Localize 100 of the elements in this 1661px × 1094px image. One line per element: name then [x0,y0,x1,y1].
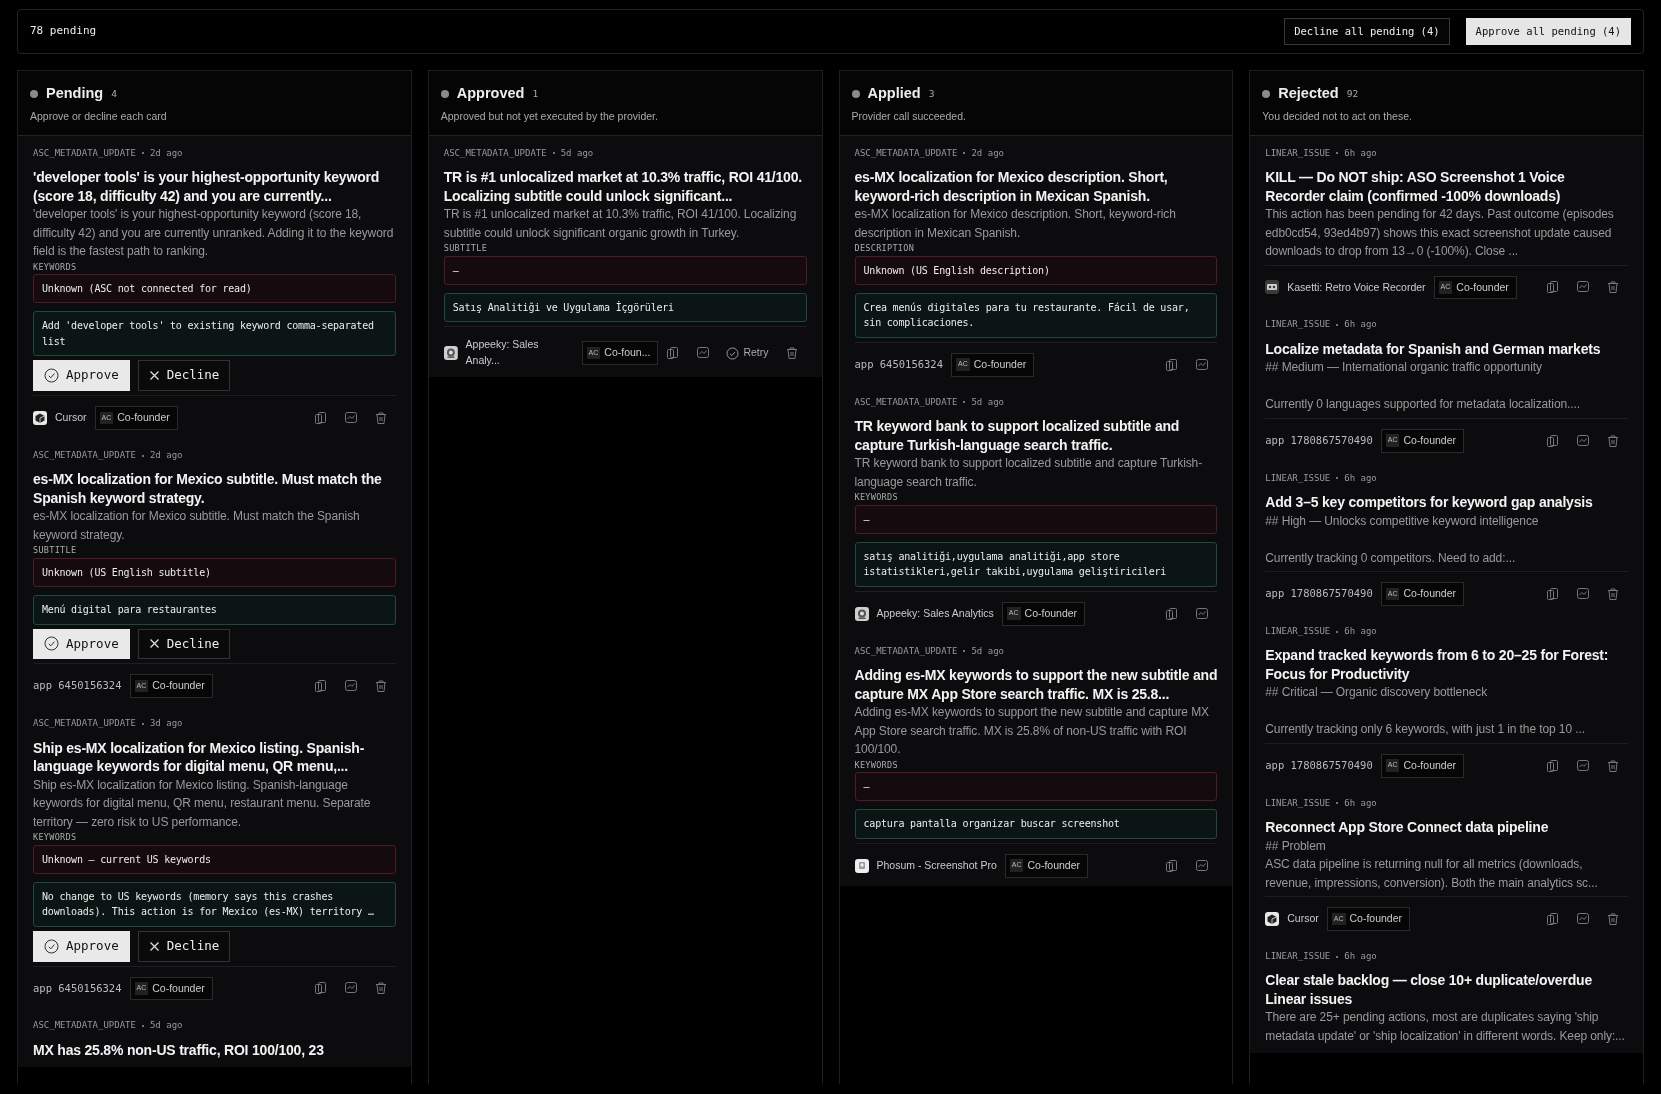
card-type: LINEAR_ISSUE [1265,318,1331,332]
card-age: 6h ago [1344,318,1377,332]
copy-icon[interactable] [1546,433,1560,448]
copy-icon[interactable] [1546,911,1560,926]
current-value: – [854,504,1218,534]
trash-icon[interactable] [373,410,388,425]
copy-icon[interactable] [1165,858,1180,873]
chart-icon[interactable] [1195,858,1210,873]
approve-button[interactable]: Approve [33,628,130,660]
app-icon [443,346,458,360]
card-description: es-MX localization for Mexico subtitle. Must match the Spanish keyword strategy. [33,508,361,544]
card-title: es-MX localization for Mexico subtitle. Must match the Spanish keyword strategy. [33,470,383,508]
card-title: es-MX localization for Mexico description. Short, keyword-rich description in Mexican Spanish. [854,168,1169,205]
approve-button[interactable]: Approve [33,930,130,962]
retry-button[interactable]: Retry [726,345,769,361]
copy-icon[interactable] [313,981,328,996]
copy-icon[interactable] [313,679,328,694]
app-id: app 1780867570490 [1265,432,1373,448]
chart-icon[interactable] [343,410,358,425]
app-name: Appeeky: Sales Analy... [465,337,540,368]
decline-button[interactable]: Decline [137,360,231,391]
chart-icon[interactable] [343,981,358,996]
check-circle-icon [44,368,59,384]
pending-summary: 78 pending [30,23,97,40]
trash-icon[interactable] [1606,758,1620,773]
chart-icon[interactable] [696,346,711,360]
column-subtitle: You decided not to act on these. [1262,108,1413,124]
column-count: 3 [928,86,935,101]
role-label: Co-founder [1403,757,1456,773]
status-dot [1262,89,1271,98]
card-title: TR is #1 unlocalized market at 10.3% traffic, ROI 41/100. Localizing subtitle could unlock significant... [443,168,803,205]
copy-icon[interactable] [1546,758,1560,773]
copy-icon[interactable] [1165,606,1180,621]
current-value: Unknown (ASC not connected for read) [33,274,396,304]
role-label: Co-founder [1349,911,1403,926]
proposed-value: Add 'developer tools' to existing keyword comma-separated list [33,311,396,357]
copy-icon[interactable] [1546,280,1560,295]
trash-icon[interactable] [1606,911,1620,926]
close-icon [148,638,160,650]
chart-icon[interactable] [1576,758,1590,773]
copy-icon[interactable] [666,346,681,360]
trash-icon[interactable] [373,679,388,694]
card-age: 2d ago [149,448,183,462]
role-label: Co-founder [1403,586,1456,601]
card-age: 5d ago [971,395,1004,409]
chart-icon[interactable] [1576,586,1590,601]
card-description: This action has been pending for 42 days. Past outcome (episodes edb0cd54, 93ed4b97) shows this exact screenshot update caused downloads to drop from 13→0 (-100%). Close ... [1265,206,1615,260]
status-dot [851,89,860,98]
field-label: SUBTITLE [33,544,78,557]
app-icon [1265,280,1280,295]
card-description: Adding es-MX keywords to support the new subtitle and capture MX App Store search traffic. MX is 25.8% of non-US traffic with ROI 100/100. [854,704,1210,758]
card-description: ## High — Unlocks competitive keyword intelligence Currently tracking 0 competitors. Need to add:... [1265,512,1540,567]
chart-icon[interactable] [343,679,358,694]
trash-icon[interactable] [1606,280,1620,295]
decline-all-button[interactable]: Decline all pending (4) [1284,17,1450,46]
card-age: 5d ago [971,644,1004,658]
chart-icon[interactable] [1576,911,1590,926]
copy-icon[interactable] [1546,586,1560,601]
card-age: 5d ago [149,1019,183,1033]
card-age: 6h ago [1344,471,1377,485]
card-type: ASC_METADATA_UPDATE [33,146,136,160]
column-count: 92 [1346,86,1359,101]
current-value: – [443,255,807,285]
decline-button[interactable]: Decline [137,930,231,962]
chart-icon[interactable] [1195,606,1210,621]
card-description: There are 25+ pending actions, most are duplicates saying 'ship metadata update' or 'ship localization' in different words. Keep only:... [1265,1009,1626,1045]
card-description: ## Medium — International organic traffic opportunity Currently 0 languages supported for metadata localization.... [1265,359,1581,414]
approve-all-button[interactable]: Approve all pending (4) [1465,17,1631,46]
card-title: Reconnect App Store Connect data pipeline [1265,818,1550,837]
close-icon [148,370,160,382]
column-subtitle: Provider call succeeded. [851,108,967,124]
chart-icon[interactable] [1195,357,1210,372]
app-icon [1265,911,1280,926]
card-type: LINEAR_ISSUE [1265,146,1331,160]
chart-icon[interactable] [1576,433,1590,448]
app-name: Cursor [1287,911,1319,926]
approve-button[interactable]: Approve [33,360,130,391]
card-description: 'developer tools' is your highest-opportunity keyword (score 18, difficulty 42) and you are currently unranked. Adding it to the keyword field is the fastest path to ranking. [33,206,395,260]
app-name: Cursor [55,410,87,425]
card-title: Ship es-MX localization for Mexico listing. Spanish-language keywords for digital menu, QR menu,... [33,738,366,776]
card-age: 2d ago [149,146,183,160]
copy-icon[interactable] [1165,357,1180,372]
card-title: Adding es-MX keywords to support the new subtitle and capture MX App Store search traffic. MX is 25.8... [854,666,1218,703]
copy-icon[interactable] [313,410,328,425]
column-title: Pending [46,84,104,103]
close-icon [148,940,160,952]
app-icon [854,858,869,873]
trash-icon[interactable] [373,981,388,996]
chart-icon[interactable] [1576,280,1590,295]
app-id: app 6450156324 [33,678,122,694]
decline-button[interactable]: Decline [137,628,231,660]
current-value: Unknown — current US keywords [33,844,396,874]
current-value: Unknown (US English description) [854,255,1218,285]
role-label: Co-founder [152,678,205,694]
card-description: es-MX localization for Mexico description. Short, keyword-rich description in Mexican Spanish. [854,206,1177,242]
trash-icon[interactable] [1606,433,1620,448]
app-name: Kasetti: Retro Voice Recorder [1287,279,1426,295]
trash-icon[interactable] [784,346,799,360]
column-title: Applied [867,84,921,103]
trash-icon[interactable] [1606,586,1620,601]
